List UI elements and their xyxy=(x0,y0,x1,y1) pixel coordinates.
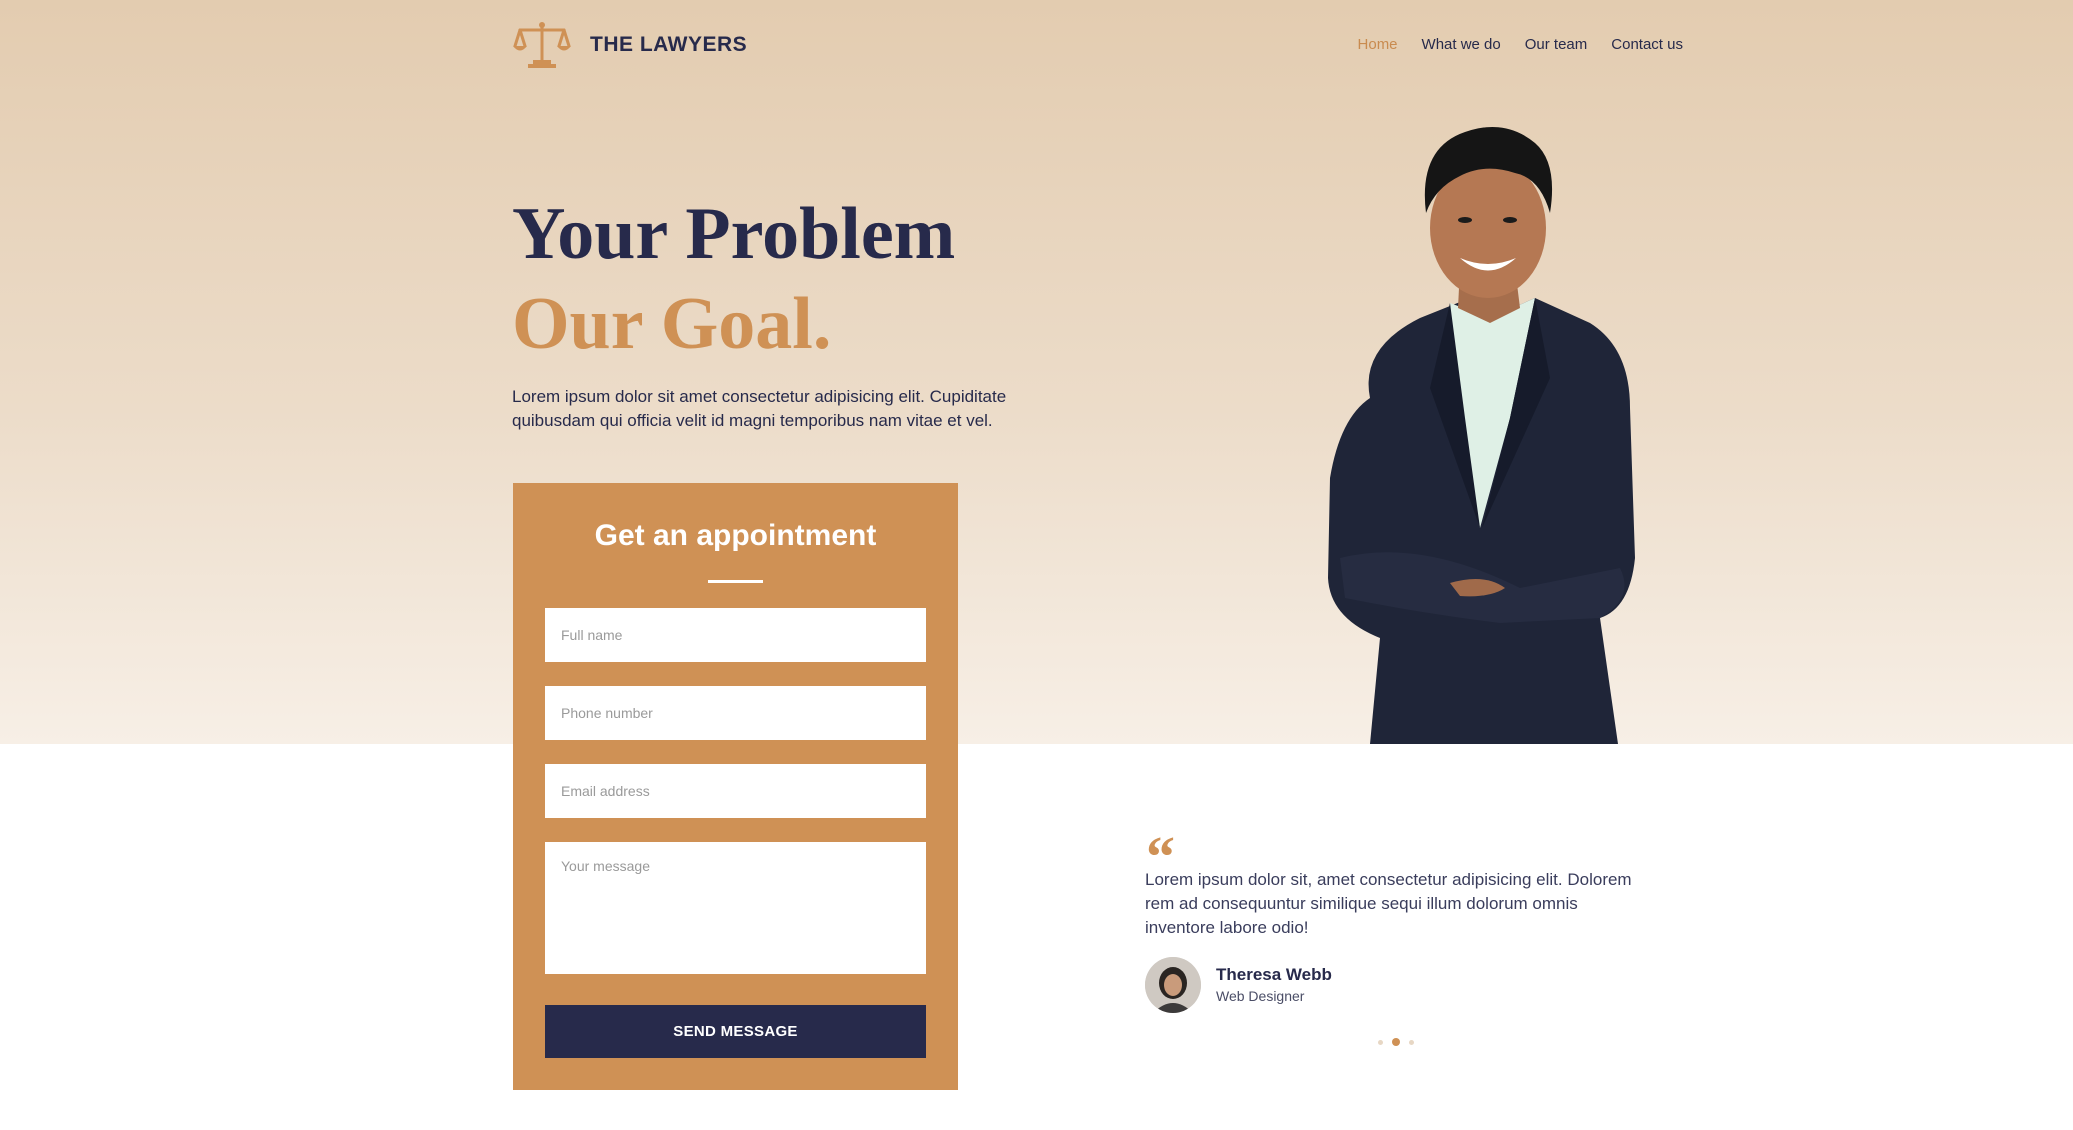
brand-logo[interactable]: THE LAWYERS xyxy=(512,20,747,70)
carousel-dot-2[interactable] xyxy=(1392,1038,1400,1046)
hero-section: THE LAWYERS Home What we do Our team Con… xyxy=(0,0,2073,744)
headline-primary: Your Problem xyxy=(512,193,956,275)
main-nav: Home What we do Our team Contact us xyxy=(1358,36,1683,53)
appointment-form: Get an appointment SEND MESSAGE xyxy=(513,483,958,1090)
lawyer-portrait xyxy=(1328,126,1635,744)
testimonial-author-role: Web Designer xyxy=(1216,988,1305,1004)
testimonial-carousel-dots xyxy=(1378,1038,1414,1046)
carousel-dot-3[interactable] xyxy=(1409,1039,1414,1045)
email-address-field[interactable] xyxy=(545,764,926,818)
headline-accent: Our Goal. xyxy=(512,283,832,365)
title-divider xyxy=(708,580,763,583)
nav-item-our-team[interactable]: Our team xyxy=(1525,36,1588,53)
nav-item-contact-us[interactable]: Contact us xyxy=(1611,36,1683,53)
phone-number-field[interactable] xyxy=(545,686,926,740)
nav-item-home[interactable]: Home xyxy=(1358,36,1398,53)
full-name-field[interactable] xyxy=(545,608,926,662)
scales-of-justice-icon xyxy=(513,22,571,68)
brand-name: THE LAWYERS xyxy=(590,33,748,56)
message-field[interactable] xyxy=(545,842,926,974)
carousel-dot-1[interactable] xyxy=(1378,1039,1383,1045)
nav-item-what-we-do[interactable]: What we do xyxy=(1422,36,1501,53)
hero-intro: Lorem ipsum dolor sit amet consectetur a… xyxy=(512,387,1007,430)
send-message-button[interactable]: SEND MESSAGE xyxy=(545,1005,926,1058)
testimonial-text: Lorem ipsum dolor sit, amet consectetur … xyxy=(1145,870,1632,937)
form-title: Get an appointment xyxy=(594,519,877,552)
avatar xyxy=(1145,957,1201,1013)
testimonial-author-name: Theresa Webb xyxy=(1216,965,1332,984)
